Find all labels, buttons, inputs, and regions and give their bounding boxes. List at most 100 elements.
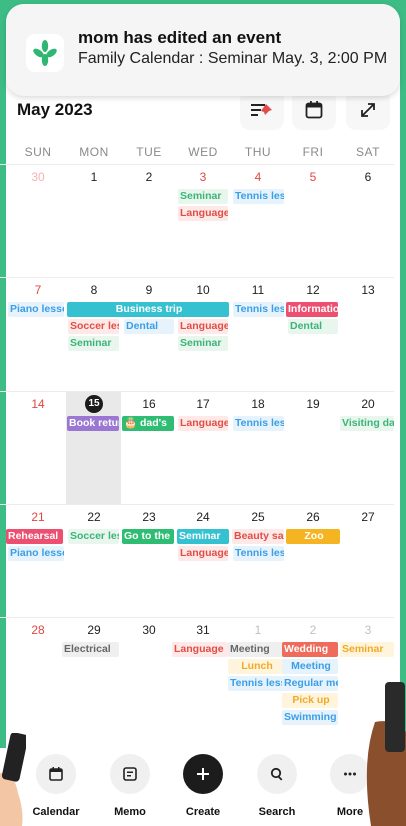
weekday-thu: THU [244,145,272,159]
day-cell[interactable]: 19 [285,392,341,505]
filter-pin-icon [251,104,272,116]
event-chip[interactable]: Language [178,546,228,561]
day-cell[interactable]: 2 [121,165,177,278]
event-chip[interactable]: Dental [124,319,174,334]
event-chip[interactable]: Swimming [282,710,338,725]
weekday-wed: WED [188,145,218,159]
expand-button[interactable] [346,90,390,130]
event-chip[interactable]: Visiting day [340,416,394,431]
event-chip[interactable]: Tennis lesson [228,676,284,691]
day-cell[interactable]: 30 [121,618,177,731]
notification-body: Family Calendar : Seminar May. 3, 2:00 P… [78,50,388,67]
event-chip[interactable]: Meeting [282,659,338,674]
day-cell[interactable]: 4 [230,165,286,278]
day-cell[interactable]: 1 [66,165,122,278]
event-chip[interactable]: Tennis lesson [233,302,284,317]
event-chip[interactable]: Wedding [282,642,338,657]
event-chip[interactable]: Regular meeting [282,676,338,691]
event-chip[interactable]: Tennis lesson [233,416,284,431]
day-cell[interactable]: 31 [175,618,231,731]
calendar-view-button[interactable] [292,90,336,130]
weekday-tue: TUE [136,145,162,159]
left-hand-illustration [0,733,26,826]
day-cell[interactable]: 23 [121,505,177,618]
search-icon [257,754,297,794]
event-chip[interactable]: Dental [288,319,338,334]
event-chip[interactable]: Language [178,206,228,221]
day-cell[interactable]: 30 [10,165,66,278]
day-cell[interactable]: 29 [66,618,122,731]
day-cell[interactable]: 9 [121,278,177,391]
day-cell[interactable]: 8 [66,278,122,391]
calendar-icon [305,101,323,119]
nav-label: Search [258,806,296,818]
day-cell[interactable]: 10 [175,278,231,391]
day-cell[interactable]: 26 [285,505,341,618]
weekday-mon: MON [79,145,109,159]
event-chip[interactable]: Beauty salon [232,529,284,544]
weekday-sun: SUN [24,145,52,159]
notification-banner[interactable]: mom has edited an event Family Calendar … [6,4,400,96]
day-cell[interactable]: 13 [340,278,396,391]
event-chip[interactable]: Tennis lesson [233,189,284,204]
nav-create[interactable]: Create [171,754,235,818]
event-chip[interactable]: Electrical [62,642,119,657]
calendar-icon [36,754,76,794]
event-chip[interactable]: Information [286,302,338,317]
day-cell[interactable]: 27 [340,505,396,618]
day-cell[interactable]: 17 [175,392,231,505]
day-cell[interactable]: 14 [10,392,66,505]
event-chip[interactable]: Seminar [178,336,228,351]
day-cell[interactable]: 25 [230,505,286,618]
event-chip[interactable]: Zoo [286,529,340,544]
event-chip[interactable]: Soccer lesson [68,529,119,544]
event-chip[interactable]: Tennis lesson [233,546,284,561]
event-chip[interactable]: 🎂 dad's [122,416,174,431]
event-chip[interactable]: Lunch [228,659,284,674]
day-cell-today[interactable]: 15 [66,392,122,505]
day-cell[interactable]: 1 [230,618,286,731]
event-chip[interactable]: Language [178,416,228,431]
event-chip[interactable]: Book return [67,416,119,431]
day-cell[interactable]: 22 [66,505,122,618]
event-chip[interactable]: Piano lesson [8,302,64,317]
nav-memo[interactable]: Memo [98,754,162,818]
event-chip[interactable]: Pick up [282,693,338,708]
memo-icon [110,754,150,794]
day-cell[interactable]: 7 [10,278,66,391]
event-chip[interactable]: Meeting [228,642,284,657]
nav-label: Memo [114,806,146,818]
event-chip[interactable]: Rehearsal [6,529,63,544]
week-row: 14 15 16 17 18 19 20 Book return 🎂 dad's… [0,391,394,504]
filter-pin-button[interactable] [240,90,284,130]
event-chip[interactable]: Soccer lesson [68,319,119,334]
month-title[interactable]: May 2023 [17,100,93,120]
day-cell[interactable]: 6 [340,165,396,278]
event-chip[interactable]: Seminar [178,189,228,204]
event-chip[interactable]: Piano lesson [8,546,64,561]
day-cell[interactable]: 16 [121,392,177,505]
day-cell[interactable]: 18 [230,392,286,505]
event-chip[interactable]: Seminar [68,336,119,351]
day-cell[interactable]: 12 [285,278,341,391]
event-chip[interactable]: Seminar [177,529,229,544]
week-row: 21 22 23 24 25 26 27 Rehearsal Soccer le… [0,504,394,617]
event-chip[interactable]: Language [178,319,228,334]
event-chip[interactable]: Language [172,642,228,657]
day-cell[interactable]: 11 [230,278,286,391]
nav-calendar[interactable]: Calendar [24,754,88,818]
day-cell[interactable]: 24 [175,505,231,618]
nav-search[interactable]: Search [245,754,309,818]
week-row: 7 8 9 10 11 12 13 Piano lesson Business … [0,277,394,390]
day-cell[interactable]: 20 [340,392,396,505]
day-cell[interactable]: 28 [10,618,66,731]
event-chip[interactable]: Seminar [340,642,394,657]
notification-title: mom has edited an event [78,28,282,47]
day-cell[interactable]: 5 [285,165,341,278]
plus-icon [183,754,223,794]
event-bar[interactable]: Business trip [67,302,229,317]
app-logo-icon [26,34,64,72]
day-cell[interactable]: 21 [10,505,66,618]
day-cell[interactable]: 3 [175,165,231,278]
event-chip[interactable]: Go to the [122,529,174,544]
